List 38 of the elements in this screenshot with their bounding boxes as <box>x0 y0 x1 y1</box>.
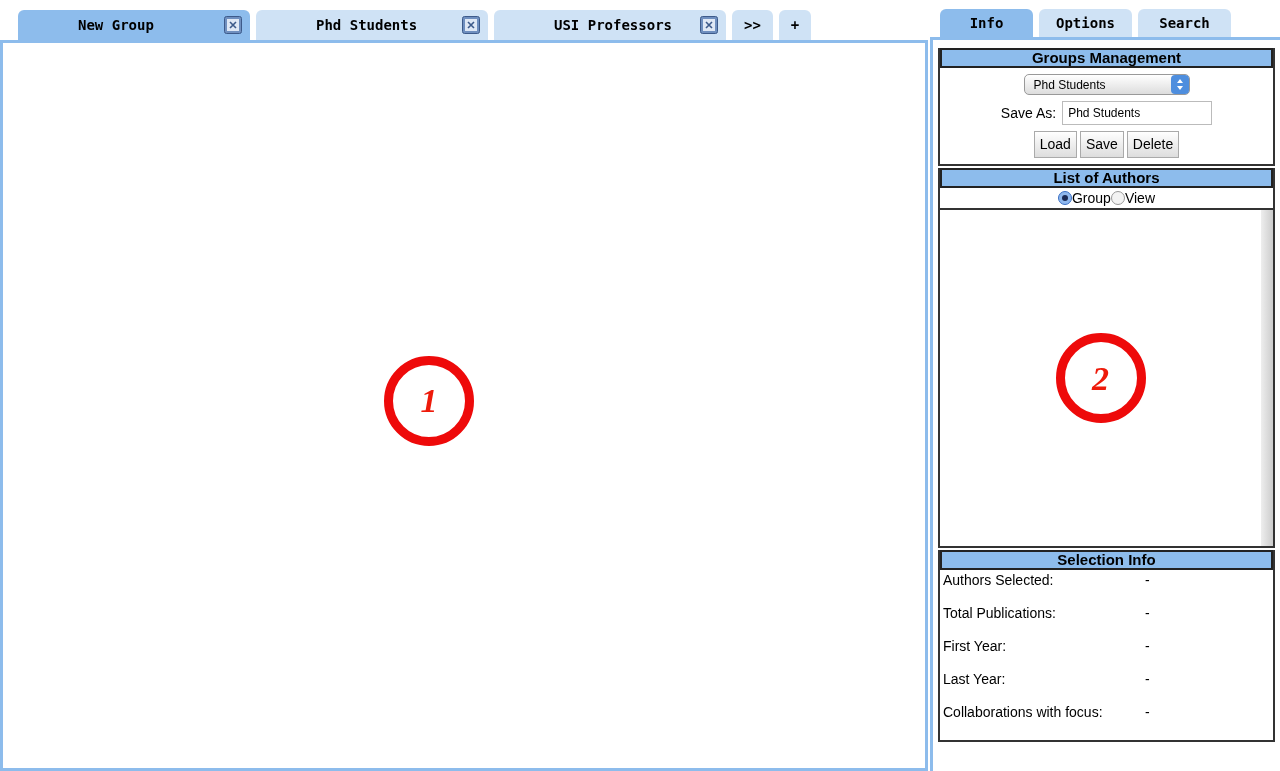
group-tab[interactable]: + <box>778 10 812 40</box>
updown-arrows-icon <box>1170 75 1189 94</box>
action-button[interactable]: Load <box>1033 131 1077 158</box>
radio-option[interactable]: Group <box>1058 187 1111 209</box>
group-tab[interactable]: USI Professors <box>494 10 726 40</box>
callout-marker: 2 <box>1055 333 1146 423</box>
info-label: Last Year: <box>943 670 1007 689</box>
info-value: - <box>1145 670 1150 689</box>
action-button[interactable]: Save <box>1079 131 1124 158</box>
info-value: - <box>1145 703 1150 722</box>
info-value: - <box>1145 637 1150 656</box>
info-label: Authors Selected: <box>943 571 1055 590</box>
panel-tab[interactable]: Options <box>1039 9 1132 37</box>
callout-marker: 1 <box>384 355 474 446</box>
section-header: Selection Info <box>940 550 1273 570</box>
info-label: Collaborations with focus: <box>943 703 1104 722</box>
info-value: - <box>1145 604 1150 623</box>
group-dropdown[interactable]: Phd Students <box>1023 74 1190 95</box>
close-icon[interactable] <box>462 16 480 34</box>
panel-tab[interactable]: Info <box>940 9 1033 37</box>
radio-icon[interactable] <box>1110 191 1125 205</box>
radio-option[interactable]: View <box>1110 187 1155 209</box>
group-tab[interactable]: >> <box>732 10 773 40</box>
radio-icon[interactable] <box>1058 191 1072 205</box>
close-icon[interactable] <box>700 16 718 34</box>
close-icon[interactable] <box>224 16 242 34</box>
info-label: Total Publications: <box>943 604 1057 623</box>
group-tab[interactable]: New Group <box>18 10 250 40</box>
section-header: Groups Management <box>940 48 1273 68</box>
panel-tab[interactable]: Search <box>1138 9 1231 37</box>
info-label: First Year: <box>943 637 1008 656</box>
save-as-field[interactable]: Phd Students <box>1062 101 1213 125</box>
group-tab[interactable]: Phd Students <box>256 10 488 40</box>
info-value: - <box>1145 571 1150 590</box>
action-button[interactable]: Delete <box>1126 131 1180 158</box>
section-header: List of Authors <box>940 168 1273 188</box>
scrollbar[interactable] <box>1261 210 1273 546</box>
save-as-label: Save As: <box>1000 103 1057 123</box>
